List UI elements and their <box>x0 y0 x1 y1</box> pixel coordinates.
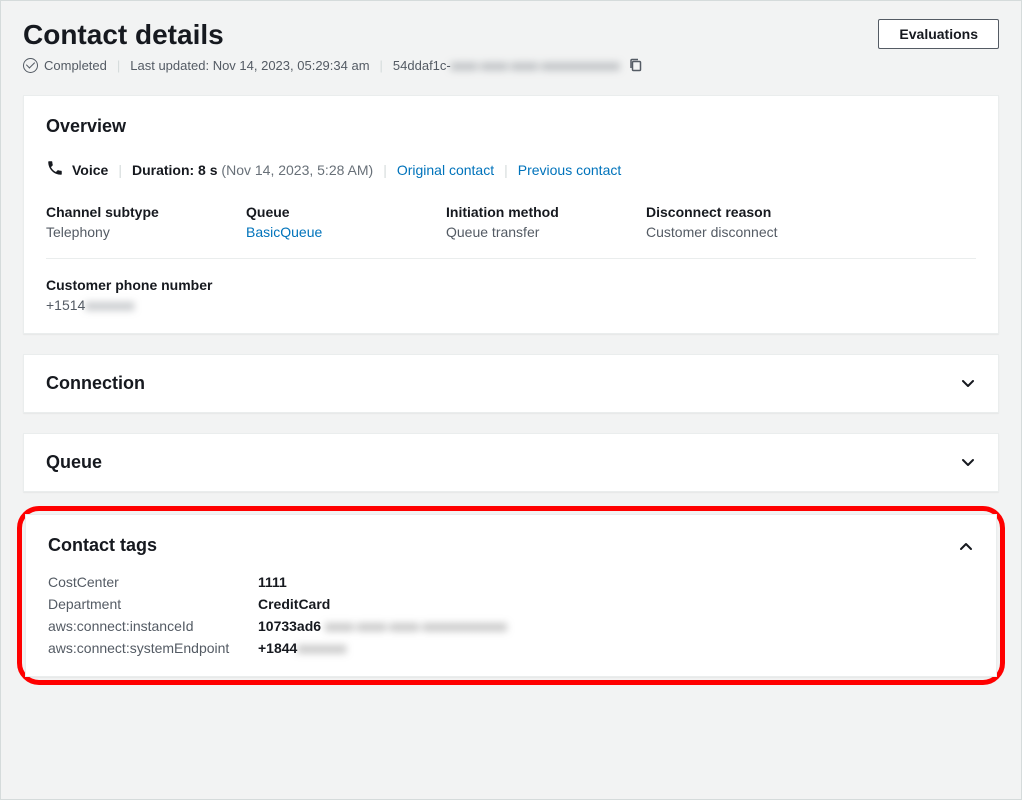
chevron-down-icon <box>960 376 976 392</box>
initiation-value: Queue transfer <box>446 224 646 240</box>
duration-label: Duration: 8 s <box>132 162 218 178</box>
overview-panel: Overview Voice | Duration: 8 s (Nov 14, … <box>23 95 999 334</box>
channel-subtype-label: Channel subtype <box>46 204 246 220</box>
contact-tags-title: Contact tags <box>48 535 157 556</box>
original-contact-link[interactable]: Original contact <box>397 162 494 178</box>
tag-value-systemendpoint: +1844xxxxxxx <box>258 640 974 656</box>
queue-label: Queue <box>246 204 446 220</box>
tag-value-costcenter: 1111 <box>258 574 974 590</box>
tag-value-instanceid: 10733ad6 xxxx-xxxx-xxxx-xxxxxxxxxxxx <box>258 618 974 634</box>
customer-phone-prefix: +1514 <box>46 297 85 313</box>
disconnect-label: Disconnect reason <box>646 204 976 220</box>
completed-check-icon <box>23 58 38 73</box>
connection-title: Connection <box>46 373 145 394</box>
page-title: Contact details <box>23 19 224 51</box>
queue-value-link[interactable]: BasicQueue <box>246 224 322 240</box>
overview-title: Overview <box>46 116 976 137</box>
last-updated-label: Last updated: <box>130 58 209 73</box>
contact-id-blurred: xxxx-xxxx-xxxx-xxxxxxxxxxxx <box>451 58 620 73</box>
channel-voice: Voice <box>72 162 108 178</box>
contact-tags-panel: Contact tags CostCenter 1111 Department … <box>25 514 997 677</box>
customer-phone-label: Customer phone number <box>46 277 976 293</box>
tag-value-department: CreditCard <box>258 596 974 612</box>
channel-subtype-value: Telephony <box>46 224 246 240</box>
duration-timestamp: (Nov 14, 2023, 5:28 AM) <box>221 162 373 178</box>
contact-id-prefix: 54ddaf1c- <box>393 58 451 73</box>
tag-key-systemendpoint: aws:connect:systemEndpoint <box>48 640 258 656</box>
last-updated-value: Nov 14, 2023, 05:29:34 am <box>213 58 370 73</box>
tag-key-costcenter: CostCenter <box>48 574 258 590</box>
customer-phone-blurred: xxxxxxx <box>85 297 134 313</box>
connection-panel[interactable]: Connection <box>23 354 999 413</box>
evaluations-button[interactable]: Evaluations <box>878 19 999 49</box>
copy-icon[interactable] <box>628 57 644 73</box>
previous-contact-link[interactable]: Previous contact <box>518 162 622 178</box>
header-meta: Completed | Last updated: Nov 14, 2023, … <box>23 57 999 73</box>
status-text: Completed <box>44 58 107 73</box>
queue-panel[interactable]: Queue <box>23 433 999 492</box>
queue-title: Queue <box>46 452 102 473</box>
tag-key-instanceid: aws:connect:instanceId <box>48 618 258 634</box>
chevron-down-icon <box>960 455 976 471</box>
initiation-label: Initiation method <box>446 204 646 220</box>
phone-icon <box>46 159 64 180</box>
tag-key-department: Department <box>48 596 258 612</box>
disconnect-value: Customer disconnect <box>646 224 976 240</box>
chevron-up-icon[interactable] <box>958 538 974 554</box>
